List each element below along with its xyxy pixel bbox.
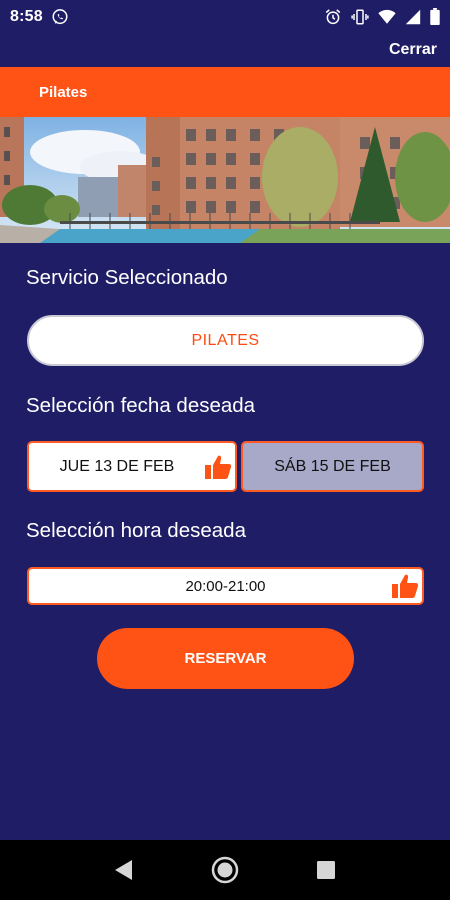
battery-icon xyxy=(430,8,440,25)
home-icon[interactable] xyxy=(211,856,239,884)
status-bar: 8:58 xyxy=(0,0,450,33)
close-button[interactable]: Cerrar xyxy=(389,41,437,59)
date-option-sab-15[interactable]: SÁB 15 DE FEB xyxy=(241,441,424,492)
reserve-button[interactable]: RESERVAR xyxy=(97,628,354,689)
title-strip: Pilates xyxy=(0,67,450,117)
wifi-icon xyxy=(378,9,396,25)
recents-icon[interactable] xyxy=(316,860,336,880)
alarm-icon xyxy=(324,8,342,26)
thumbs-up-icon xyxy=(391,573,419,603)
thumbs-up-icon xyxy=(204,454,232,485)
vibrate-icon xyxy=(351,8,369,26)
date-label: Selección fecha deseada xyxy=(26,394,256,417)
time-slot-label: 20:00-21:00 xyxy=(185,577,266,595)
time-label: Selección hora deseada xyxy=(26,519,246,542)
signal-icon xyxy=(405,9,421,25)
top-bar: Cerrar xyxy=(0,33,450,67)
page-title: Pilates xyxy=(39,83,88,101)
time-slot-option[interactable]: 20:00-21:00 xyxy=(27,567,424,605)
selected-service-value: PILATES xyxy=(191,331,260,349)
selected-service-field: PILATES xyxy=(27,315,424,366)
status-time: 8:58 xyxy=(10,7,43,25)
date-option-jue-13[interactable]: JUE 13 DE FEB xyxy=(27,441,237,492)
hero-image xyxy=(0,117,450,243)
system-nav-bar xyxy=(0,840,450,900)
reserve-button-label: RESERVAR xyxy=(184,650,267,667)
date-option-label: JUE 13 DE FEB xyxy=(59,457,175,475)
date-option-label: SÁB 15 DE FEB xyxy=(274,457,391,475)
whatsapp-icon xyxy=(51,8,69,26)
back-icon[interactable] xyxy=(114,859,134,881)
service-label: Servicio Seleccionado xyxy=(26,266,228,289)
